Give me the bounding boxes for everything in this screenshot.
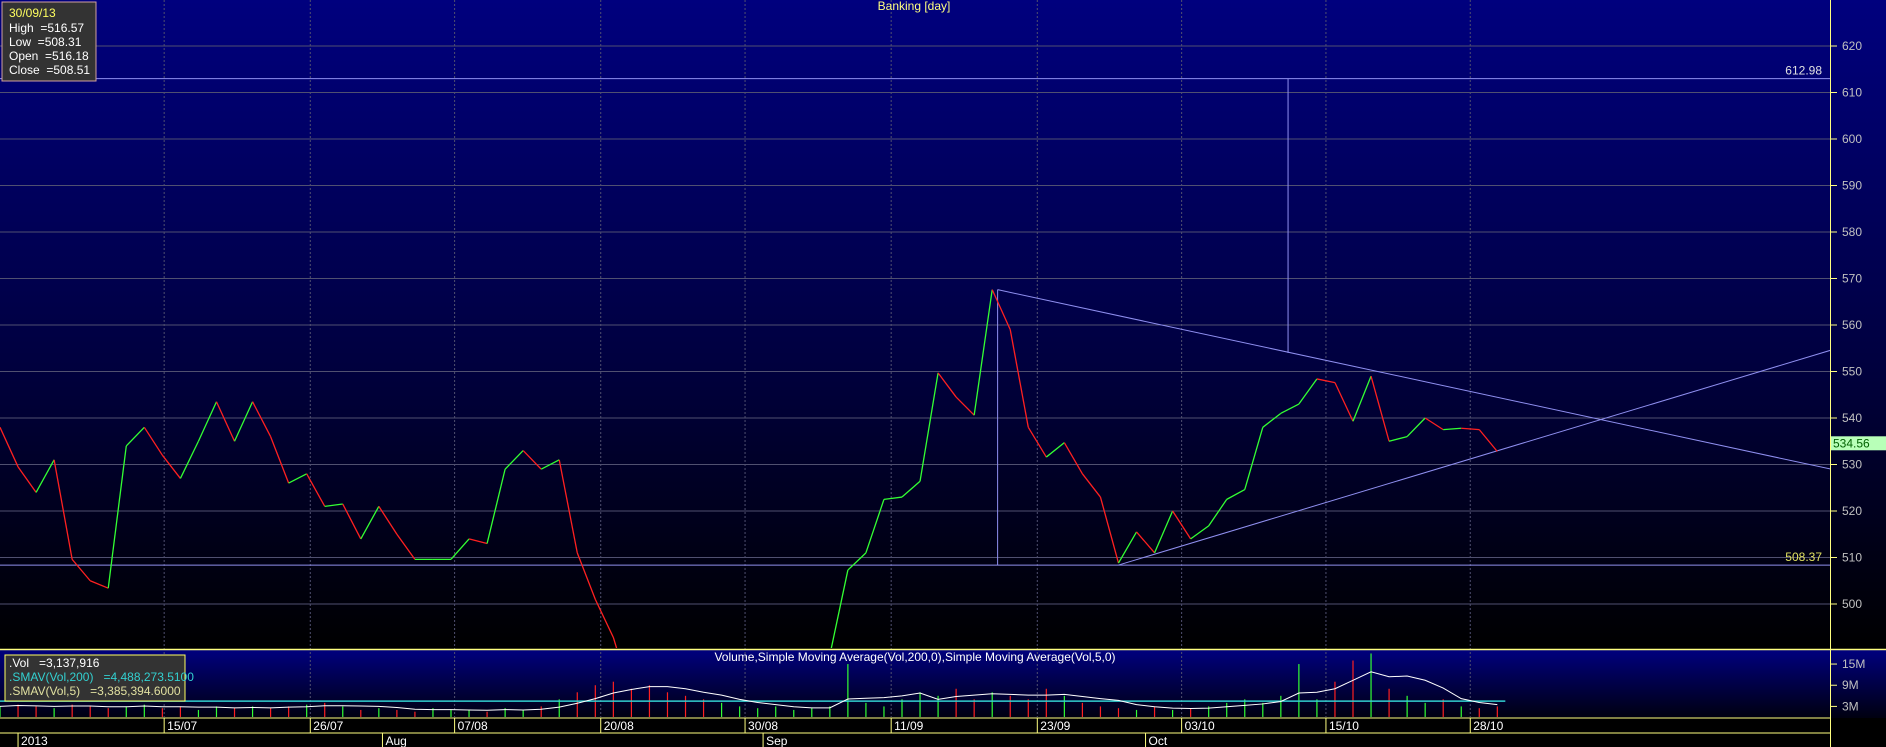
ohlc-high: High =516.57 xyxy=(9,21,84,35)
month-label: Aug xyxy=(385,734,406,747)
horizontal-level-label: 612.98 xyxy=(1785,64,1822,78)
ohlc-info-box: 30/09/13 High =516.57 Low =508.31 Open =… xyxy=(1,1,97,82)
volume-info-box: .Vol =3,137,916 .SMAV(Vol,200) =4,488,27… xyxy=(4,654,194,702)
x-tick-label: 20/08 xyxy=(604,719,634,733)
y-tick-label: 560 xyxy=(1842,318,1862,332)
y-tick-label: 540 xyxy=(1842,411,1862,425)
volume-title: Volume,Simple Moving Average(Vol,200,0),… xyxy=(714,650,1115,664)
month-label: Sep xyxy=(766,734,788,747)
sma5-value: .SMAV(Vol,5) =3,385,394.6000 xyxy=(9,684,181,698)
price-segment xyxy=(686,720,704,725)
x-tick-label: 28/10 xyxy=(1473,719,1503,733)
ohlc-close: Close =508.51 xyxy=(9,63,90,77)
month-label: 2013 xyxy=(21,734,48,747)
y-tick-label: 570 xyxy=(1842,272,1862,286)
month-label: Oct xyxy=(1149,734,1168,747)
y-tick-label: 530 xyxy=(1842,458,1862,472)
x-tick-label: 03/10 xyxy=(1185,719,1215,733)
chart: 500 510 520 530 540 550 560 570 580 590 600 610 620 1… xyxy=(0,0,1886,747)
volume-y-tick-label: 3M xyxy=(1842,699,1859,713)
x-tick-label: 15/10 xyxy=(1329,719,1359,733)
y-tick-label: 610 xyxy=(1842,86,1862,100)
x-tick-label: 15/07 xyxy=(167,719,197,733)
y-tick-label: 590 xyxy=(1842,179,1862,193)
ohlc-open: Open =516.18 xyxy=(9,49,89,63)
x-tick-label: 07/08 xyxy=(458,719,488,733)
last-price-label: 534.56 xyxy=(1833,436,1870,450)
ohlc-low: Low =508.31 xyxy=(9,35,82,49)
price-segment xyxy=(722,720,740,725)
x-tick-label: 11/09 xyxy=(894,719,923,733)
y-tick-label: 520 xyxy=(1842,504,1862,518)
y-tick-label: 510 xyxy=(1842,551,1862,565)
x-tick-label: 23/09 xyxy=(1040,719,1070,733)
x-tick-label: 26/07 xyxy=(313,719,343,733)
y-tick-label: 600 xyxy=(1842,132,1862,146)
volume-y-tick-label: 9M xyxy=(1842,678,1859,692)
y-tick-label: 620 xyxy=(1842,39,1862,53)
x-tick-label: 30/08 xyxy=(748,719,778,733)
sma200-value: .SMAV(Vol,200) =4,488,273.5100 xyxy=(9,670,194,684)
y-tick-label: 550 xyxy=(1842,365,1862,379)
chart-title: Banking [day] xyxy=(878,0,951,13)
y-tick-label: 500 xyxy=(1842,597,1862,611)
ohlc-date: 30/09/13 xyxy=(9,6,56,20)
vol-value: .Vol =3,137,916 xyxy=(9,656,100,670)
horizontal-level-label: 508.37 xyxy=(1785,550,1822,564)
volume-y-tick-label: 15M xyxy=(1842,657,1865,671)
y-tick-label: 580 xyxy=(1842,225,1862,239)
